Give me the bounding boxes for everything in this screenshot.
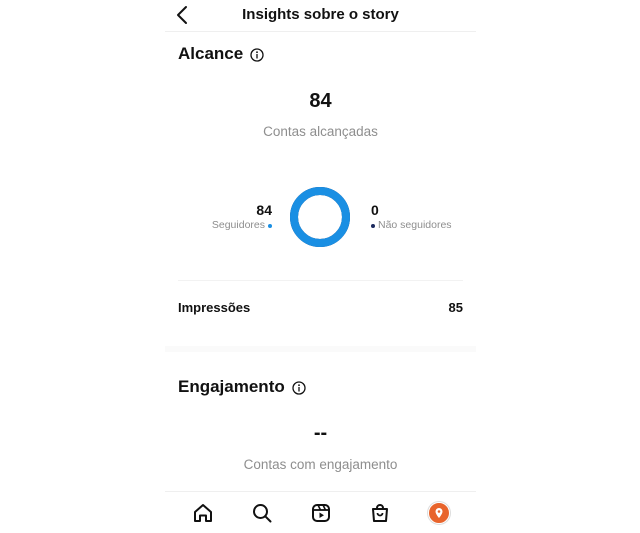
- non-followers-stat: 0 Não seguidores: [371, 202, 452, 232]
- non-followers-label: Não seguidores: [378, 219, 452, 231]
- bottom-nav: [165, 491, 476, 533]
- page-title: Insights sobre o story: [242, 6, 399, 23]
- section-separator: [165, 346, 476, 352]
- reels-icon[interactable]: [308, 500, 334, 526]
- impressions-value: 85: [448, 299, 463, 315]
- engagement-total: --: [313, 422, 328, 444]
- search-icon[interactable]: [249, 500, 275, 526]
- info-icon[interactable]: [250, 47, 264, 62]
- info-icon[interactable]: [292, 380, 306, 395]
- header: Insights sobre o story: [165, 0, 476, 32]
- location-pin-icon: [435, 507, 442, 518]
- avatar: [427, 501, 450, 524]
- engagement-total-label: Contas com engajamento: [243, 457, 398, 472]
- reach-donut-chart: [289, 186, 351, 248]
- non-followers-legend-dot: [371, 223, 375, 228]
- followers-legend-dot: [268, 223, 272, 228]
- non-followers-value: 0: [371, 202, 379, 218]
- followers-label: Seguidores: [211, 219, 265, 231]
- donut-followers-arc: [290, 187, 350, 247]
- reach-total: 84: [309, 90, 332, 112]
- reach-section-title: Alcance: [178, 44, 264, 64]
- divider: [178, 280, 463, 281]
- engagement-section-title: Engajamento: [178, 377, 306, 397]
- followers-stat: 84 Seguidores: [212, 202, 272, 232]
- impressions-label: Impressões: [178, 299, 251, 315]
- reach-title: Alcance: [178, 44, 244, 63]
- profile-avatar[interactable]: [426, 500, 452, 526]
- reach-total-label: Contas alcançadas: [263, 124, 378, 139]
- home-icon[interactable]: [190, 500, 216, 526]
- shop-icon[interactable]: [367, 500, 393, 526]
- followers-value: 84: [256, 202, 272, 218]
- engagement-title: Engajamento: [178, 377, 285, 396]
- story-insights-screen: Insights sobre o story Alcance 84 Contas…: [165, 0, 476, 533]
- impressions-row: Impressões 85: [178, 297, 463, 317]
